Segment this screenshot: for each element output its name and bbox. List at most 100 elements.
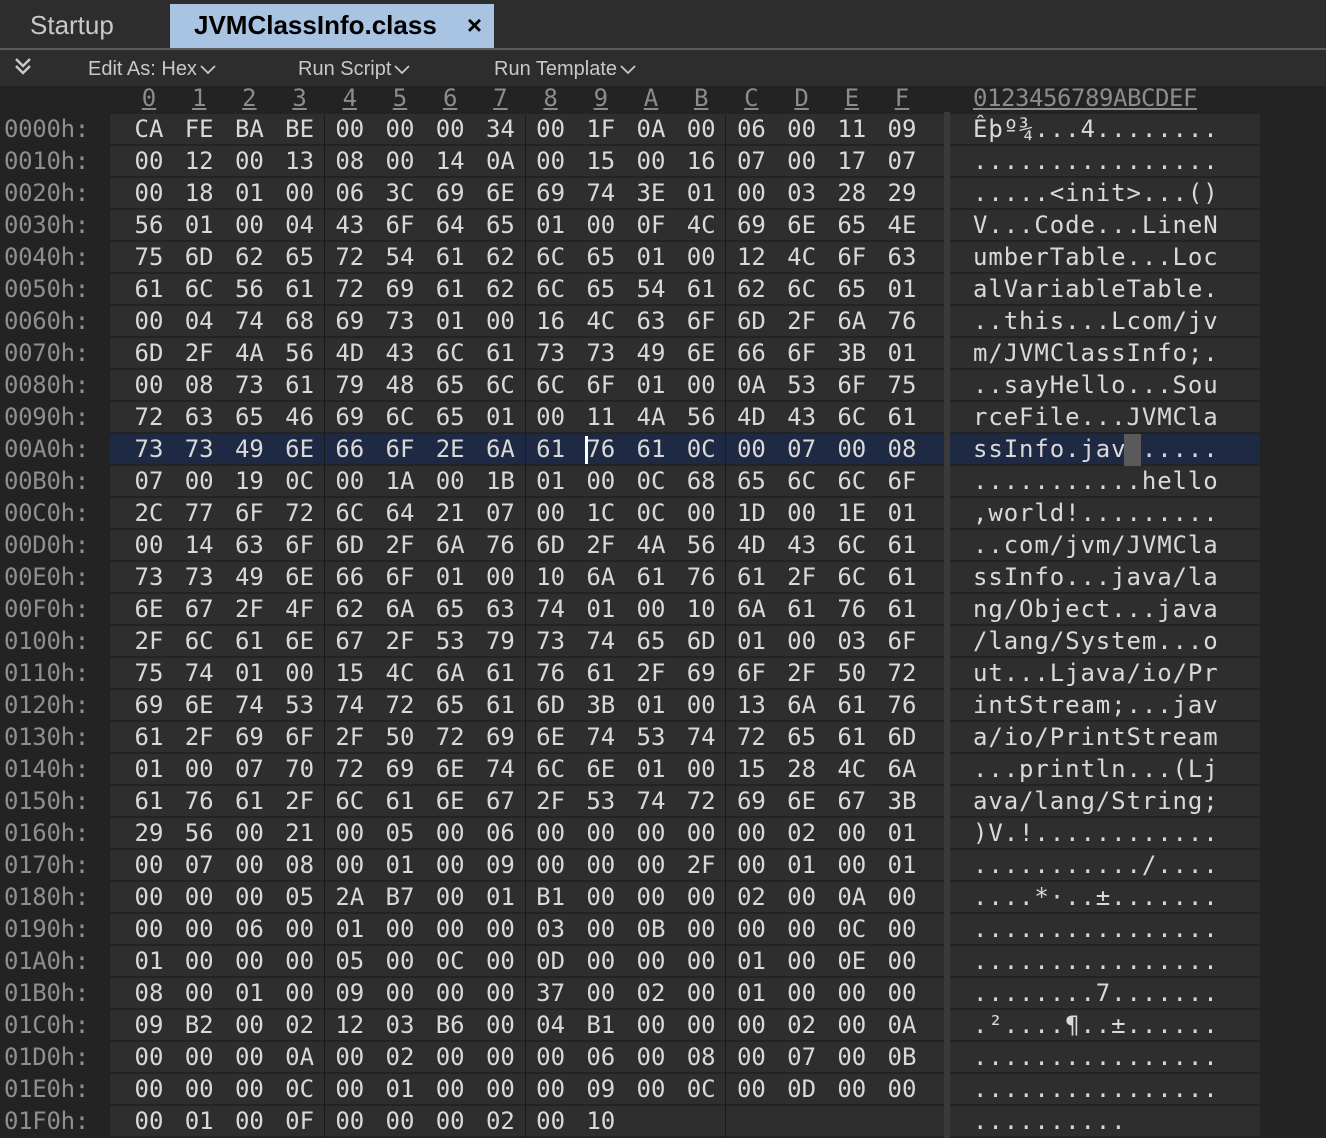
hex-byte[interactable]: 00 [124, 305, 174, 337]
hex-byte[interactable]: 00 [174, 1073, 224, 1105]
hex-byte[interactable]: 07 [726, 145, 776, 177]
hex-byte[interactable]: B6 [425, 1009, 475, 1041]
hex-byte[interactable]: 00 [375, 1105, 425, 1137]
hex-byte[interactable]: 2C [124, 497, 174, 529]
hex-byte[interactable]: 6C [827, 465, 877, 497]
hex-byte[interactable]: 01 [877, 849, 927, 881]
hex-byte[interactable]: 0C [827, 913, 877, 945]
hex-byte[interactable]: 02 [777, 817, 827, 849]
hex-byte[interactable]: 2F [526, 785, 576, 817]
hex-byte[interactable]: 00 [124, 881, 174, 913]
hex-byte[interactable]: 04 [526, 1009, 576, 1041]
ascii-text[interactable]: umberTable...Loc [973, 241, 1219, 273]
hex-row[interactable]: 0160h: 29 56 00 21 00 05 00 06 00 00 00 00 00 02 00 01)V… [0, 817, 1326, 849]
hex-byte[interactable]: 00 [526, 817, 576, 849]
hex-byte[interactable]: 2F [124, 625, 174, 657]
hex-byte[interactable]: 0A [275, 1041, 325, 1073]
hex-byte[interactable]: 0B [626, 913, 676, 945]
hex-byte[interactable]: 02 [726, 881, 776, 913]
hex-byte[interactable]: 00 [224, 1073, 274, 1105]
hex-byte[interactable]: 6A [425, 529, 475, 561]
hex-byte[interactable]: 6F [275, 721, 325, 753]
hex-byte[interactable]: 4A [626, 529, 676, 561]
hex-byte[interactable]: 00 [726, 177, 776, 209]
hex-byte[interactable]: 74 [576, 625, 626, 657]
hex-byte[interactable]: 12 [325, 1009, 375, 1041]
hex-byte[interactable]: 00 [526, 1041, 576, 1073]
hex-byte[interactable]: 09 [325, 977, 375, 1009]
hex-byte[interactable]: 6C [174, 625, 224, 657]
hex-byte[interactable]: 02 [475, 1105, 525, 1137]
hex-byte[interactable]: 00 [726, 913, 776, 945]
hex-byte[interactable]: 73 [124, 433, 174, 465]
hex-byte[interactable]: 6A [375, 593, 425, 625]
hex-byte[interactable]: 00 [676, 913, 726, 945]
hex-byte[interactable]: 14 [425, 145, 475, 177]
run-template-dropdown[interactable]: Run Template [494, 54, 637, 84]
hex-byte[interactable]: 01 [676, 177, 726, 209]
hex-byte[interactable]: 00 [174, 753, 224, 785]
hex-byte[interactable]: 56 [124, 209, 174, 241]
hex-byte[interactable]: 62 [325, 593, 375, 625]
hex-byte[interactable]: 00 [425, 849, 475, 881]
hex-byte[interactable]: 05 [375, 817, 425, 849]
hex-byte[interactable]: 72 [425, 721, 475, 753]
hex-byte[interactable]: 0C [626, 497, 676, 529]
hex-byte[interactable]: 1F [576, 113, 626, 145]
hex-byte[interactable]: 00 [777, 113, 827, 145]
hex-byte[interactable]: 00 [676, 977, 726, 1009]
hex-byte[interactable]: 66 [726, 337, 776, 369]
hex-row[interactable]: 01F0h: 00 01 00 0F 00 00 00 02 00 10.......... [0, 1105, 1326, 1137]
hex-byte[interactable]: 3B [877, 785, 927, 817]
hex-byte[interactable]: 00 [275, 177, 325, 209]
hex-byte[interactable]: 76 [576, 433, 626, 465]
hex-byte[interactable]: 2F [224, 593, 274, 625]
hex-byte[interactable]: 01 [124, 945, 174, 977]
hex-byte[interactable]: 76 [877, 305, 927, 337]
hex-row[interactable]: 01B0h: 08 00 01 00 09 00 00 00 37 00 02 00 01 00 00 00..… [0, 977, 1326, 1009]
hex-byte[interactable]: 00 [827, 1009, 877, 1041]
hex-byte[interactable]: 4C [375, 657, 425, 689]
hex-byte[interactable]: 74 [626, 785, 676, 817]
hex-byte[interactable]: 00 [224, 1041, 274, 1073]
ascii-text[interactable]: ................ [973, 945, 1219, 977]
hex-byte[interactable]: 61 [124, 721, 174, 753]
hex-byte[interactable]: 01 [777, 849, 827, 881]
hex-byte[interactable]: 08 [325, 145, 375, 177]
hex-byte[interactable]: 53 [576, 785, 626, 817]
ascii-text[interactable]: Êþº¾...4........ [973, 113, 1219, 145]
hex-byte[interactable]: 6C [827, 529, 877, 561]
hex-byte[interactable]: 03 [827, 625, 877, 657]
hex-byte[interactable]: 4C [676, 209, 726, 241]
hex-byte[interactable]: 0C [626, 465, 676, 497]
hex-byte[interactable]: 03 [777, 177, 827, 209]
hex-byte[interactable]: 75 [877, 369, 927, 401]
hex-byte[interactable]: 00 [325, 465, 375, 497]
hex-byte[interactable]: 29 [124, 817, 174, 849]
hex-byte[interactable]: 00 [827, 433, 877, 465]
hex-byte[interactable]: 00 [224, 1009, 274, 1041]
hex-byte[interactable]: 74 [576, 177, 626, 209]
hex-row[interactable]: 0110h: 75 74 01 00 15 4C 6A 61 76 61 2F 69 6F 2F 50 72 ut… [0, 657, 1326, 689]
hex-byte[interactable]: 00 [124, 913, 174, 945]
hex-byte[interactable]: 00 [425, 881, 475, 913]
hex-byte[interactable]: 01 [877, 817, 927, 849]
hex-byte[interactable]: 0C [676, 1073, 726, 1105]
hex-byte[interactable]: 65 [224, 401, 274, 433]
pane-separator[interactable] [944, 112, 950, 1138]
hex-byte[interactable]: 50 [375, 721, 425, 753]
hex-byte[interactable]: 4E [877, 209, 927, 241]
hex-byte[interactable]: 0C [275, 1073, 325, 1105]
hex-byte[interactable]: 1B [475, 465, 525, 497]
hex-byte[interactable]: 11 [827, 113, 877, 145]
hex-byte[interactable]: 6C [475, 369, 525, 401]
hex-byte[interactable]: 08 [124, 977, 174, 1009]
hex-byte[interactable]: 73 [224, 369, 274, 401]
hex-byte[interactable]: 69 [726, 785, 776, 817]
hex-byte[interactable]: 61 [475, 657, 525, 689]
hex-byte[interactable]: 00 [526, 1073, 576, 1105]
hex-byte[interactable]: 17 [827, 145, 877, 177]
hex-byte[interactable]: BE [275, 113, 325, 145]
hex-byte[interactable]: 63 [475, 593, 525, 625]
hex-byte[interactable]: 63 [174, 401, 224, 433]
